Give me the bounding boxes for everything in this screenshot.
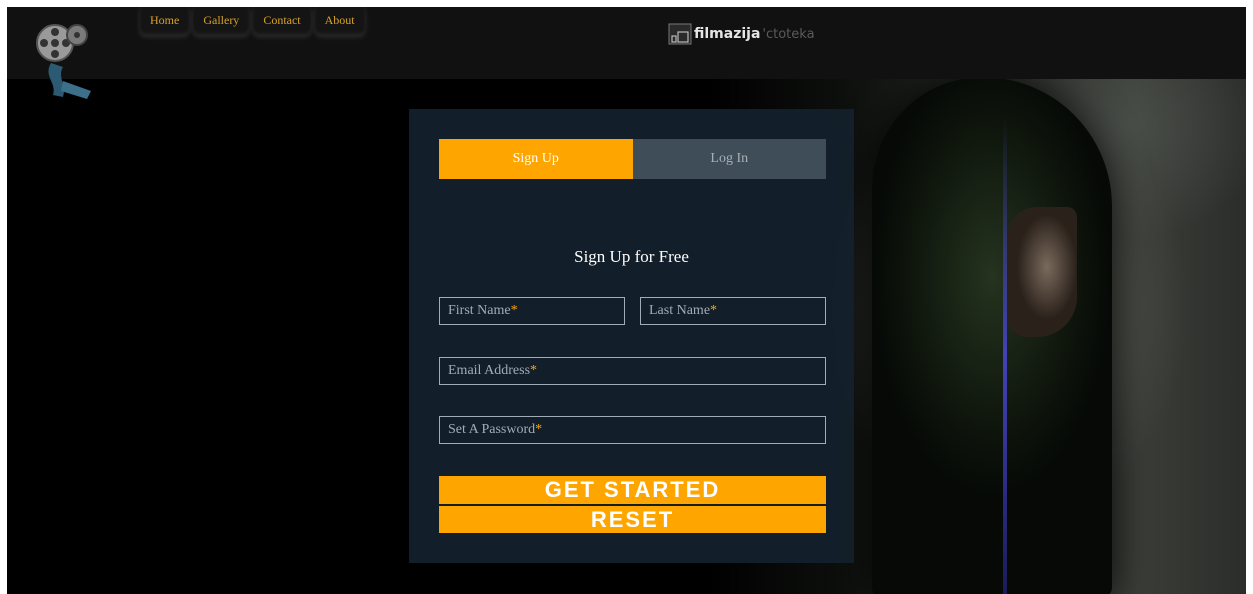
nav-gallery[interactable]: Gallery [193, 7, 250, 35]
light-beam [1003, 117, 1007, 594]
brand-suffix: 'ctoteka [762, 26, 815, 42]
required-marker: * [710, 303, 718, 318]
brand-name: filmazija [694, 26, 761, 42]
figure-face [1007, 207, 1077, 337]
required-marker: * [530, 363, 538, 378]
required-marker: * [535, 422, 543, 437]
last-name-field[interactable]: Last Name* [640, 297, 826, 325]
last-name-placeholder: Last Name* [649, 303, 718, 318]
first-name-placeholder: First Name* [448, 303, 518, 318]
nav-home[interactable]: Home [140, 7, 190, 35]
nav-about[interactable]: About [314, 7, 365, 35]
tab-log-in[interactable]: Log In [632, 139, 826, 179]
main-nav: Home Gallery Contact About [140, 7, 365, 35]
top-navigation-bar: Home Gallery Contact About filmazija 'ct… [7, 7, 1246, 99]
required-marker: * [510, 303, 518, 318]
get-started-button[interactable]: GET STARTED [439, 476, 826, 504]
form-title: Sign Up for Free [574, 247, 689, 266]
auth-tabs: Sign Up Log In [439, 139, 826, 179]
password-field[interactable]: Set A Password* [439, 416, 826, 444]
password-placeholder: Set A Password* [448, 422, 543, 437]
email-field[interactable]: Email Address* [439, 357, 826, 385]
brand-logo[interactable]: filmazija 'ctoteka [668, 21, 815, 47]
tab-sign-up[interactable]: Sign Up [439, 139, 633, 179]
film-reel-icon[interactable] [33, 21, 101, 101]
email-placeholder: Email Address* [448, 363, 538, 378]
brand-mark-icon [668, 23, 692, 45]
signup-panel: Sign Up Log In Sign Up for Free First Na… [409, 109, 854, 563]
reset-button[interactable]: RESET [439, 506, 826, 533]
first-name-field[interactable]: First Name* [439, 297, 625, 325]
nav-contact[interactable]: Contact [253, 7, 311, 35]
page-frame: Home Gallery Contact About filmazija 'ct… [7, 7, 1246, 594]
hooded-figure [872, 77, 1112, 594]
